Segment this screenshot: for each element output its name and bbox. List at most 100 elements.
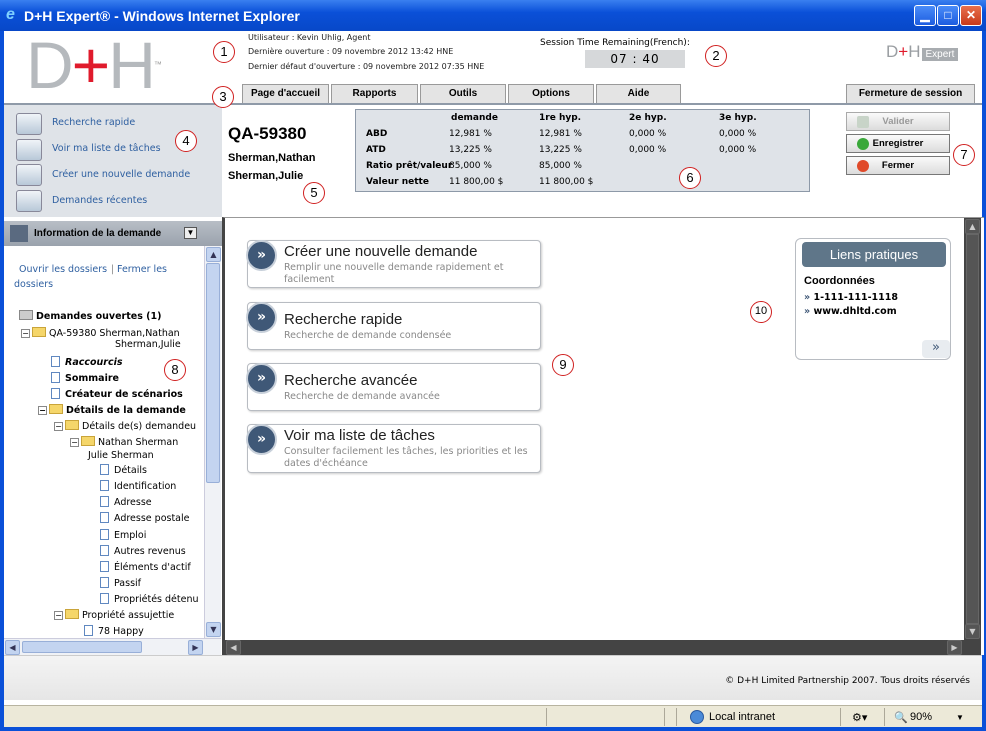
document-icon bbox=[51, 388, 60, 399]
tree-leaf[interactable]: Passif bbox=[100, 577, 141, 589]
tree-vertical-scrollbar[interactable]: ▲ ▼ bbox=[204, 246, 221, 638]
ratio-col-header: demande bbox=[451, 113, 498, 123]
ratio-row-label: Valeur nette bbox=[366, 177, 429, 187]
close-folders-link-2[interactable]: dossiers bbox=[14, 279, 53, 290]
tree-leaf[interactable]: Éléments d'actif bbox=[100, 561, 191, 573]
action-buttons: Valider Enregistrer Fermer bbox=[846, 112, 952, 180]
double-chevron-icon: » bbox=[246, 302, 277, 333]
tab-rapports[interactable]: Rapports bbox=[331, 84, 418, 103]
logout-button[interactable]: Fermeture de session bbox=[846, 84, 975, 103]
scroll-right-icon[interactable]: ▶ bbox=[188, 640, 203, 655]
tab-outils[interactable]: Outils bbox=[420, 84, 506, 103]
chevron-down-icon[interactable]: ▼ bbox=[184, 227, 197, 239]
tab-page-accueil[interactable]: Page d'accueil bbox=[242, 84, 329, 103]
quick-link-liste-taches[interactable]: Voir ma liste de tâches bbox=[52, 143, 161, 154]
card-nouvelle-demande[interactable]: » Créer une nouvelle demande Remplir une… bbox=[246, 240, 541, 288]
scroll-thumb[interactable] bbox=[206, 263, 220, 483]
tab-aide[interactable]: Aide bbox=[596, 84, 681, 103]
ratio-cell: 13,225 % bbox=[449, 145, 492, 155]
new-request-icon[interactable] bbox=[16, 164, 42, 186]
collapse-icon[interactable]: − bbox=[54, 422, 63, 431]
more-links-button[interactable]: » bbox=[922, 340, 950, 358]
ratio-col-header: 2e hyp. bbox=[629, 113, 667, 123]
tree-leaf[interactable]: Adresse bbox=[100, 496, 152, 508]
main-vertical-scrollbar[interactable]: ▲ ▼ bbox=[964, 218, 981, 640]
last-open-info: Dernière ouverture : 09 novembre 2012 13… bbox=[248, 47, 454, 56]
document-icon bbox=[100, 545, 109, 556]
zoom-dropdown-icon[interactable]: ▼ bbox=[956, 713, 964, 722]
ratio-cell: 0,000 % bbox=[719, 145, 757, 155]
tree-horizontal-scrollbar[interactable]: ◀ ▶ bbox=[4, 638, 221, 655]
document-icon bbox=[100, 593, 109, 604]
contact-website[interactable]: » www.dhltd.com bbox=[804, 306, 897, 317]
tree-leaf[interactable]: Autres revenus bbox=[100, 545, 186, 557]
main-horizontal-scrollbar[interactable]: ◀ ▶ bbox=[225, 640, 981, 655]
check-icon bbox=[857, 138, 869, 150]
scroll-thumb[interactable] bbox=[22, 641, 142, 653]
scroll-left-icon[interactable]: ◀ bbox=[5, 640, 20, 655]
tree-createur[interactable]: Créateur de scénarios bbox=[51, 388, 183, 400]
tab-options[interactable]: Options bbox=[508, 84, 594, 103]
tree-leaf[interactable]: Détails bbox=[100, 464, 147, 476]
scroll-thumb[interactable] bbox=[966, 234, 979, 624]
tree-leaf[interactable]: Propriétés détenu bbox=[100, 593, 199, 605]
scroll-left-icon[interactable]: ◀ bbox=[226, 640, 241, 655]
callout-10: 10 bbox=[750, 301, 772, 323]
callout-3: 3 bbox=[212, 86, 234, 108]
tree-happy[interactable]: 78 Happy bbox=[84, 625, 144, 637]
last-fail-info: Dernier défaut d'ouverture : 09 novembre… bbox=[248, 62, 485, 71]
callout-9: 9 bbox=[552, 354, 574, 376]
quick-link-demandes-recentes[interactable]: Demandes récentes bbox=[52, 195, 147, 206]
tree-leaf[interactable]: Emploi bbox=[100, 529, 146, 541]
tree-propriete[interactable]: − Propriété assujettie bbox=[54, 609, 174, 621]
open-folders-link[interactable]: Ouvrir les dossiers bbox=[19, 264, 107, 275]
ratio-cell: 13,225 % bbox=[539, 145, 582, 155]
card-recherche-rapide[interactable]: » Recherche rapide Recherche de demande … bbox=[246, 302, 541, 350]
maximize-button[interactable]: □ bbox=[937, 5, 959, 26]
callout-2: 2 bbox=[705, 45, 727, 67]
document-icon bbox=[100, 529, 109, 540]
scroll-up-icon[interactable]: ▲ bbox=[206, 247, 221, 262]
close-icon bbox=[857, 160, 869, 172]
recent-requests-icon[interactable] bbox=[16, 190, 42, 212]
tree-details-demandeur[interactable]: − Détails de(s) demandeu bbox=[54, 420, 196, 432]
minimize-button[interactable]: ▁ bbox=[914, 5, 936, 26]
card-liste-taches[interactable]: » Voir ma liste de tâches Consulter faci… bbox=[246, 424, 541, 473]
double-chevron-icon: » bbox=[246, 240, 277, 271]
contact-phone[interactable]: » 1-111-111-1118 bbox=[804, 292, 898, 303]
collapse-icon[interactable]: − bbox=[21, 329, 30, 338]
save-button[interactable]: Enregistrer bbox=[846, 134, 950, 153]
tree-link-separator: | bbox=[111, 264, 115, 275]
close-button[interactable]: Fermer bbox=[846, 156, 950, 175]
tree-julie: Julie Sherman bbox=[88, 450, 154, 461]
tree-sommaire[interactable]: Sommaire bbox=[51, 372, 119, 384]
card-recherche-avancee[interactable]: » Recherche avancée Recherche de demande… bbox=[246, 363, 541, 411]
validate-button[interactable]: Valider bbox=[846, 112, 950, 131]
validate-icon bbox=[857, 116, 869, 128]
document-icon bbox=[100, 577, 109, 588]
scroll-right-icon[interactable]: ▶ bbox=[947, 640, 962, 655]
quick-search-icon[interactable] bbox=[16, 113, 42, 135]
protected-mode-icon[interactable]: ⚙▾ bbox=[852, 711, 867, 724]
tree-nathan[interactable]: − Nathan Sherman bbox=[70, 436, 178, 448]
close-folders-link[interactable]: Fermer les bbox=[117, 264, 167, 275]
tree-leaf[interactable]: Identification bbox=[100, 480, 176, 492]
quick-link-recherche-rapide[interactable]: Recherche rapide bbox=[52, 117, 135, 128]
zoom-level[interactable]: 90% bbox=[910, 711, 932, 723]
document-icon bbox=[51, 372, 60, 383]
task-list-icon[interactable] bbox=[16, 139, 42, 161]
scroll-up-icon[interactable]: ▲ bbox=[965, 219, 980, 234]
collapse-icon[interactable]: − bbox=[38, 406, 47, 415]
tree-request-node[interactable]: − QA-59380 Sherman,Nathan bbox=[21, 327, 180, 339]
collapse-icon[interactable]: − bbox=[70, 438, 79, 447]
tree-raccourcis[interactable]: Raccourcis bbox=[51, 356, 123, 368]
tree-leaf[interactable]: Adresse postale bbox=[100, 512, 190, 524]
quick-link-nouvelle-demande[interactable]: Créer une nouvelle demande bbox=[52, 169, 190, 180]
scroll-down-icon[interactable]: ▼ bbox=[965, 624, 980, 639]
close-window-button[interactable]: ✕ bbox=[960, 5, 982, 26]
tree-details-demande[interactable]: − Détails de la demande bbox=[38, 404, 186, 416]
scroll-down-icon[interactable]: ▼ bbox=[206, 622, 221, 637]
collapse-icon[interactable]: − bbox=[54, 611, 63, 620]
ratio-cell: 0,000 % bbox=[629, 145, 667, 155]
tree-open-requests[interactable]: Demandes ouvertes (1) bbox=[19, 310, 161, 322]
